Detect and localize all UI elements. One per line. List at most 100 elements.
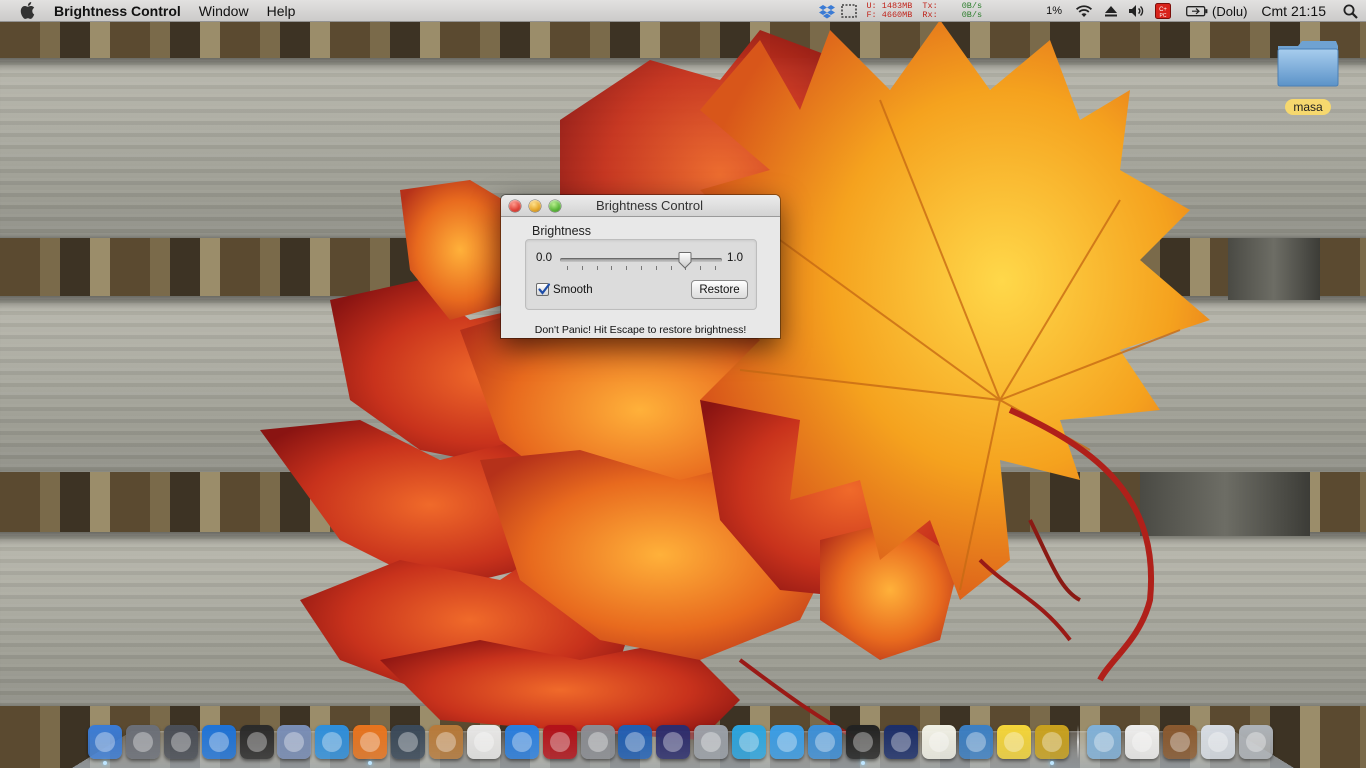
dock-item-applications-folder[interactable] (1087, 725, 1122, 759)
dock-item-sync[interactable] (959, 725, 994, 759)
window-title: Brightness Control (596, 198, 703, 213)
slider-track[interactable] (560, 258, 722, 262)
desktop-folder[interactable]: masa (1276, 38, 1340, 116)
clock[interactable]: Cmt 21:15 (1253, 0, 1334, 22)
dock-item-calendar[interactable] (466, 725, 501, 759)
dock-item-mail-stamp[interactable] (277, 725, 312, 759)
folder-icon (1094, 732, 1115, 752)
slider-tick (655, 266, 657, 270)
dock-item-dashboard[interactable] (239, 725, 274, 759)
running-indicator (860, 761, 865, 765)
evo-icon (890, 732, 911, 752)
dock-item-mission-control[interactable] (163, 725, 198, 759)
slider-max-label: 1.0 (727, 252, 743, 264)
dock-item-launchpad[interactable] (125, 725, 160, 759)
wifi-icon[interactable] (1070, 0, 1098, 22)
dock-item-terminal[interactable] (845, 725, 880, 765)
dock-item-firefox[interactable] (353, 725, 388, 765)
slider-tick (581, 266, 583, 270)
firefox-icon (360, 732, 381, 752)
network-labels: Tx: Rx: (918, 0, 941, 22)
dock-item-messenger[interactable] (807, 725, 842, 759)
smooth-checkbox-box[interactable] (536, 283, 551, 296)
autumn-leaves-illustration (260, 20, 1210, 742)
memory-free: F: 4660MB (866, 10, 913, 20)
slider-tick (626, 266, 628, 270)
input-source-icon[interactable]: C+ PC (1150, 0, 1176, 22)
eject-icon[interactable] (1098, 0, 1124, 22)
dock-item-twitter[interactable] (732, 725, 767, 759)
play-icon (625, 732, 646, 752)
menu-app-name[interactable]: Brightness Control (54, 0, 190, 22)
dock-item-utilities-stack[interactable] (1200, 725, 1235, 759)
dock-item-ichat[interactable] (770, 725, 805, 759)
dock-item-imovie[interactable] (656, 725, 691, 759)
checkmark-icon (538, 283, 551, 295)
menu-help[interactable]: Help (258, 0, 305, 22)
menu-window[interactable]: Window (190, 0, 258, 22)
dock-item-textedit[interactable] (921, 725, 956, 759)
smooth-label: Smooth (553, 283, 593, 296)
network-monitor[interactable]: 0B/s 0B/s (942, 0, 988, 22)
app-store-icon (208, 732, 229, 752)
document-icon (928, 732, 949, 752)
dock-item-brightness[interactable] (1035, 725, 1070, 765)
spotlight-search-icon[interactable] (1334, 0, 1366, 22)
dock-item-app-store[interactable] (201, 725, 236, 759)
dock-item-address-book[interactable] (429, 725, 464, 759)
dock-item-camera[interactable] (391, 725, 426, 759)
folder-icon (1277, 41, 1339, 87)
dock-item-utility[interactable] (694, 725, 729, 759)
screen-capture-icon[interactable] (838, 0, 860, 22)
rx-rate: 0B/s (961, 10, 983, 20)
dock-item-quicktime[interactable] (618, 725, 653, 759)
dock-item-photo-booth[interactable] (542, 725, 577, 759)
memory-monitor[interactable]: U: 1483MB F: 4660MB (860, 0, 918, 22)
dock-item-trash[interactable] (1238, 725, 1273, 759)
dock (88, 719, 1277, 765)
smooth-checkbox[interactable]: Smooth (536, 283, 593, 296)
calendar-icon (473, 732, 494, 752)
finder-icon (95, 732, 115, 752)
sticky-note-icon (1004, 732, 1025, 752)
dock-item-system-preferences[interactable] (580, 725, 615, 759)
folder-label: masa (1285, 99, 1331, 115)
menu-extras: U: 1483MB F: 4660MB Tx: Rx: 0B/s 0B/s 1%… (816, 0, 1366, 22)
camera-icon (398, 732, 419, 752)
music-icon (511, 732, 532, 752)
dock-separator (1077, 725, 1080, 759)
dock-item-itunes[interactable] (504, 725, 539, 759)
dock-item-finder[interactable] (88, 725, 122, 765)
rocket-icon (132, 732, 153, 752)
dashboard-icon (246, 732, 267, 752)
restore-button[interactable]: Restore (691, 280, 748, 299)
brightness-slider[interactable] (560, 252, 722, 276)
trash-icon (1245, 732, 1266, 752)
chat-bubble-icon (777, 732, 798, 752)
movie-icon (663, 732, 684, 752)
utility-icon (701, 732, 722, 752)
slider-tick (567, 266, 568, 270)
dock-item-archive-zip[interactable] (1125, 725, 1160, 759)
slider-thumb[interactable] (678, 252, 692, 269)
volume-icon[interactable] (1124, 0, 1150, 22)
battery-status[interactable]: (Dolu) (1176, 0, 1253, 22)
dock-item-stickies[interactable] (997, 725, 1032, 759)
slider-tick (611, 266, 613, 270)
dropbox-icon[interactable] (816, 0, 838, 22)
escape-hint: Don't Panic! Hit Escape to restore brigh… (534, 324, 747, 336)
dock-item-evo-dsdt[interactable] (883, 725, 918, 759)
stamp-icon (284, 732, 305, 752)
dock-item-downloads[interactable] (1162, 725, 1197, 759)
box-icon (1169, 732, 1190, 752)
brightness-group-label: Brightness (532, 224, 592, 238)
slider-tick (596, 266, 598, 270)
cpu-usage[interactable]: 1% (1038, 0, 1070, 22)
rx-label: Rx: (922, 10, 938, 20)
menu-spacer (988, 0, 1038, 22)
zip-icon (1132, 732, 1153, 752)
dock-item-safari[interactable] (315, 725, 350, 759)
address-book-icon (436, 732, 457, 752)
apple-menu-icon[interactable] (17, 1, 37, 21)
title-bar[interactable]: Brightness Control (501, 195, 780, 217)
